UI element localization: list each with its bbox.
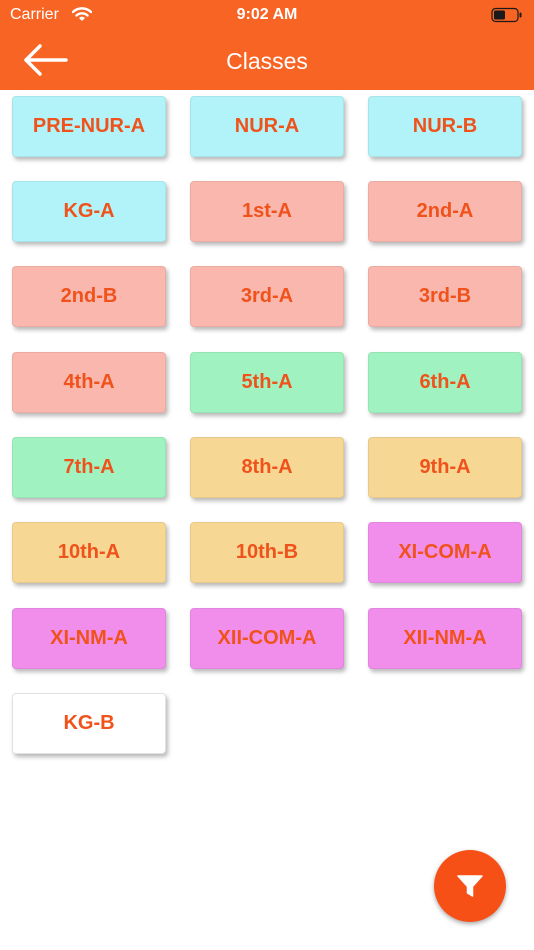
status-bar: Carrier 9:02 AM <box>0 0 534 30</box>
battery-icon <box>491 7 523 28</box>
class-card-kg-b[interactable]: KG-B <box>12 693 166 754</box>
status-time: 9:02 AM <box>236 6 298 23</box>
class-card-7th-a[interactable]: 7th-A <box>12 437 166 498</box>
class-card-2nd-a[interactable]: 2nd-A <box>368 181 522 242</box>
class-grid: PRE-NUR-A NUR-A NUR-B KG-A 1st-A 2nd-A 2… <box>0 0 534 950</box>
class-card-10th-a[interactable]: 10th-A <box>12 522 166 583</box>
class-card-xii-nm-a[interactable]: XII-NM-A <box>368 608 522 669</box>
class-card-3rd-a[interactable]: 3rd-A <box>190 266 344 327</box>
class-card-nur-a[interactable]: NUR-A <box>190 96 344 157</box>
class-card-kg-a[interactable]: KG-A <box>12 181 166 242</box>
class-card-nur-b[interactable]: NUR-B <box>368 96 522 157</box>
page-title: Classes <box>226 48 308 74</box>
class-card-4th-a[interactable]: 4th-A <box>12 352 166 413</box>
filter-button[interactable] <box>434 850 506 922</box>
class-card-1st-a[interactable]: 1st-A <box>190 181 344 242</box>
class-card-8th-a[interactable]: 8th-A <box>190 437 344 498</box>
filter-icon <box>457 875 483 897</box>
nav-bar: Classes <box>0 30 534 90</box>
class-card-9th-a[interactable]: 9th-A <box>368 437 522 498</box>
class-card-xii-com-a[interactable]: XII-COM-A <box>190 608 344 669</box>
class-card-2nd-b[interactable]: 2nd-B <box>12 266 166 327</box>
class-card-xi-com-a[interactable]: XI-COM-A <box>368 522 522 583</box>
class-card-10th-b[interactable]: 10th-B <box>190 522 344 583</box>
class-card-xi-nm-a[interactable]: XI-NM-A <box>12 608 166 669</box>
class-card-6th-a[interactable]: 6th-A <box>368 352 522 413</box>
class-card-3rd-b[interactable]: 3rd-B <box>368 266 522 327</box>
class-card-5th-a[interactable]: 5th-A <box>190 352 344 413</box>
class-card-pre-nur-a[interactable]: PRE-NUR-A <box>12 96 166 157</box>
